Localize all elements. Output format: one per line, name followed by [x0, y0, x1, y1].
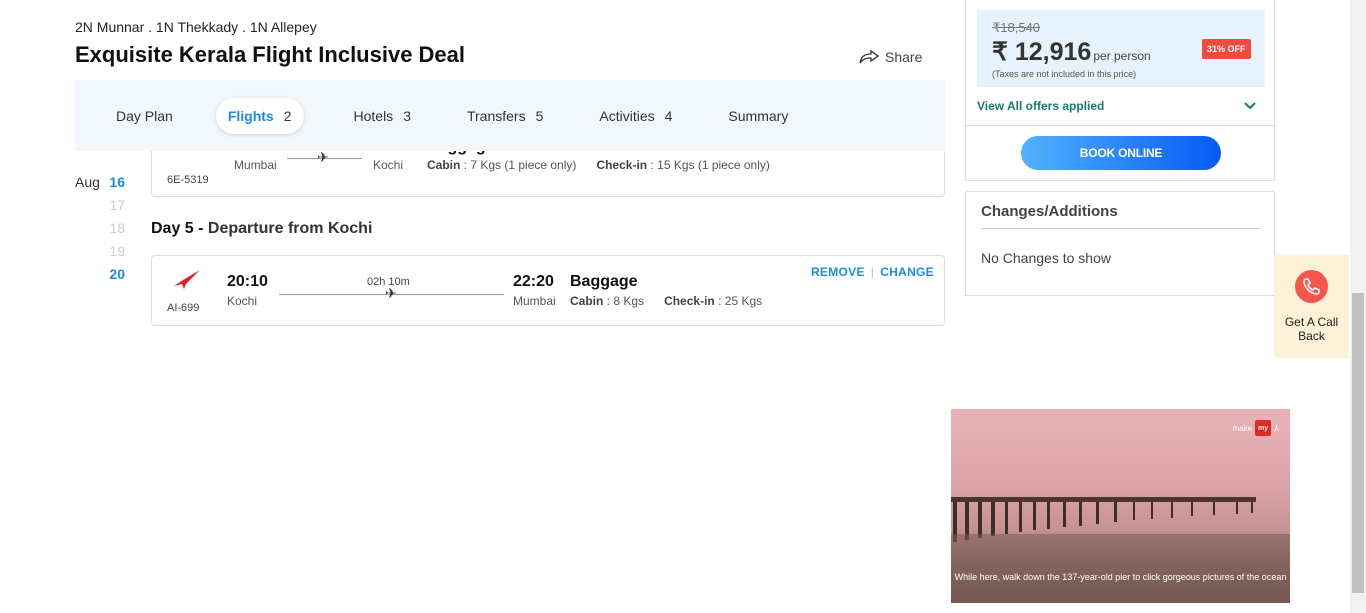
promo-video[interactable]: make my ⅄ While here, walk down the 137-…	[951, 409, 1290, 603]
departure-city: Kochi	[227, 294, 258, 308]
air-india-logo-icon	[174, 270, 200, 289]
tab-label: Flights	[227, 107, 274, 124]
video-caption: While here, walk down the 137-year-old p…	[954, 572, 1287, 582]
date-day: 20	[109, 265, 125, 282]
baggage-title: Baggage	[570, 273, 638, 290]
checkin-label: Check-in	[596, 158, 648, 172]
share-button[interactable]: Share	[859, 49, 922, 65]
tab-day-plan[interactable]: Day Plan	[116, 108, 173, 124]
changes-panel: Changes/Additions No Changes to show	[965, 191, 1275, 296]
flight-code: 6E-5319	[167, 174, 209, 186]
brand-logo: make my ⅄	[1233, 420, 1279, 436]
cabin-label: Cabin	[427, 158, 461, 172]
tab-label: Summary	[728, 107, 789, 124]
flight-actions: REMOVE | CHANGE	[810, 265, 934, 279]
cabin-label: Cabin	[570, 294, 604, 308]
section-tabs: Day Plan Flights 2 Hotels 3 Transfers 5 Act…	[75, 80, 945, 151]
book-online-button[interactable]: BOOK ONLINE	[1021, 136, 1221, 170]
tab-label: Transfers	[466, 107, 526, 124]
price-box: ₹18,540 ₹ 12,916 per person (Taxes are no…	[977, 10, 1265, 87]
cabin-value: 7 Kgs (1 piece only)	[470, 158, 577, 172]
tab-summary[interactable]: Summary	[728, 108, 788, 124]
date-month: Aug	[75, 173, 100, 190]
date-item[interactable]: 19	[75, 239, 125, 262]
plane-icon: ✈	[385, 285, 397, 301]
departure-time: 20:10	[227, 273, 268, 290]
remove-button[interactable]: REMOVE	[811, 265, 865, 279]
tab-label: Hotels	[353, 107, 394, 124]
view-offers-link[interactable]: View All offers applied	[977, 99, 1104, 113]
discount-badge: 31% OFF	[1202, 39, 1251, 59]
current-price: ₹ 12,916 per person	[992, 37, 1151, 67]
date-item[interactable]: 20	[75, 262, 125, 285]
tab-count: 4	[664, 107, 673, 124]
date-day: 16	[109, 173, 125, 190]
tab-count: 2	[283, 107, 292, 124]
arrival-city: Kochi	[373, 158, 404, 172]
package-destinations: 2N Munnar . 1N Thekkady . 1N Allepey	[75, 19, 317, 35]
price-card: ₹18,540 ₹ 12,916 per person (Taxes are no…	[965, 0, 1275, 126]
package-page: 2N Munnar . 1N Thekkady . 1N Allepey Exq…	[0, 0, 1366, 613]
day-heading: Day 5 - Departure from Kochi	[151, 220, 372, 238]
date-day: 18	[109, 219, 125, 236]
mmt-logo-icon: my	[1255, 420, 1272, 436]
date-item[interactable]: 18	[75, 216, 125, 239]
flight-code: AI-699	[167, 302, 200, 314]
scrollbar-thumb[interactable]	[1352, 293, 1364, 593]
share-icon	[859, 50, 879, 64]
tab-count: 5	[535, 107, 544, 124]
divider	[981, 228, 1260, 229]
page-scrollbar[interactable]	[1350, 0, 1366, 613]
price-unit: per person	[1093, 49, 1151, 63]
original-price: ₹18,540	[992, 20, 1041, 35]
cabin-value: 8 Kgs	[613, 294, 645, 308]
call-back-widget[interactable]: Get A Call Back	[1274, 255, 1349, 358]
changes-empty-text: No Changes to show	[981, 250, 1111, 266]
flight-card-kochi-mumbai: AI-699 20:10 Kochi 02h 10m ✈ 22:20 Mumba…	[151, 255, 945, 326]
tab-label: Activities	[599, 107, 655, 124]
brand-text: make	[1232, 423, 1253, 433]
arrival-time: 22:20	[513, 273, 554, 290]
call-back-label: Get A Call Back	[1284, 315, 1339, 343]
tab-label: Day Plan	[116, 107, 173, 124]
day-number: Day 5 -	[151, 220, 208, 237]
date-item[interactable]: 17	[75, 193, 125, 216]
book-card: BOOK ONLINE	[965, 126, 1275, 181]
chevron-down-icon[interactable]	[1244, 97, 1256, 113]
date-day: 19	[109, 242, 125, 259]
page-title: Exquisite Kerala Flight Inclusive Deal	[75, 42, 466, 67]
share-label: Share	[885, 49, 923, 65]
changes-title: Changes/Additions	[981, 203, 1118, 220]
checkin-label: Check-in	[664, 294, 715, 308]
date-item[interactable]: Aug 16	[75, 170, 125, 193]
tab-transfers[interactable]: Transfers 5	[467, 108, 543, 124]
tab-flights[interactable]: Flights 2	[215, 97, 304, 134]
checkin-value: 15 Kgs (1 piece only)	[657, 158, 770, 172]
change-button[interactable]: CHANGE	[880, 265, 934, 279]
tab-count: 3	[403, 107, 411, 124]
date-rail: Aug 16 17 18 19 20	[75, 170, 125, 285]
tab-activities[interactable]: Activities 4	[599, 108, 672, 124]
checkin-value: 25 Kgs	[724, 294, 763, 308]
date-day: 17	[109, 196, 125, 213]
departure-city: Mumbai	[234, 158, 277, 172]
price-value: ₹ 12,916	[992, 38, 1092, 66]
tax-note: (Taxes are not included in this price)	[992, 69, 1137, 79]
trip-icon: ⅄	[1274, 423, 1279, 433]
baggage-info: Cabin : 7 Kgs (1 piece only) Check-in : …	[427, 158, 770, 172]
phone-icon	[1295, 270, 1328, 303]
plane-icon: ✈	[317, 149, 329, 165]
arrival-city: Mumbai	[513, 294, 556, 308]
tab-hotels[interactable]: Hotels 3	[354, 108, 411, 124]
day-title: Departure from Kochi	[207, 220, 373, 237]
baggage-info: Cabin : 8 Kgs Check-in : 25 Kgs	[570, 294, 763, 308]
